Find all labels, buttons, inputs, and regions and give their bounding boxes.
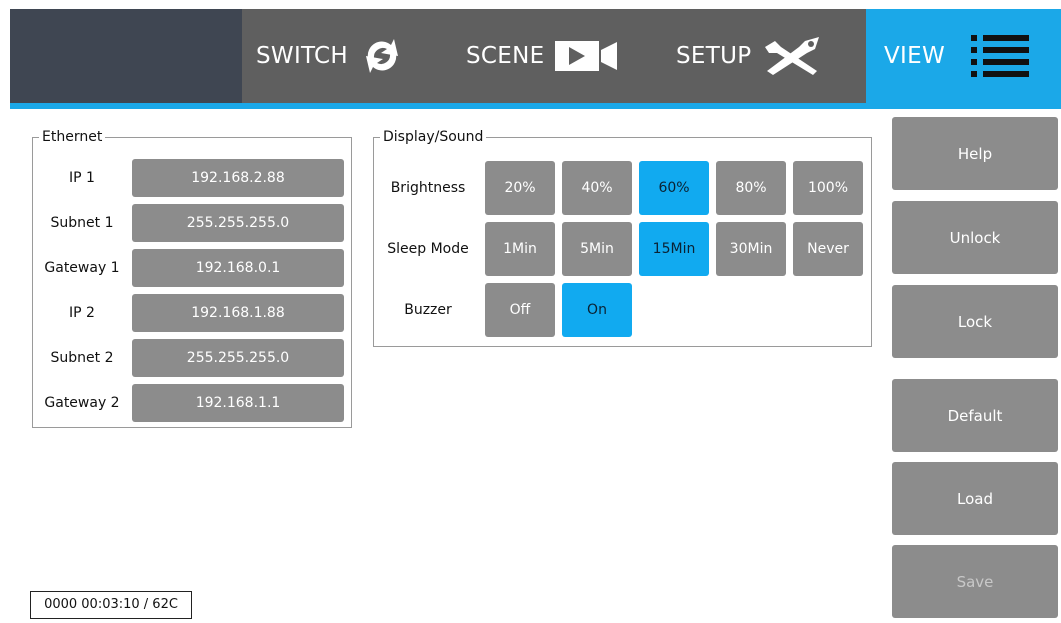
display-sound-title: Display/Sound <box>380 129 487 145</box>
tab-view-label: VIEW <box>884 43 945 69</box>
ip2-row: IP 2 192.168.1.88 <box>33 294 353 332</box>
buzzer-option[interactable]: On <box>562 283 632 337</box>
ip2-label: IP 2 <box>69 305 95 321</box>
tab-switch[interactable]: SWITCH <box>256 9 456 103</box>
sleep-mode-option[interactable]: 1Min <box>485 222 555 276</box>
status-readout: 0000 00:03:10 / 62C <box>30 591 192 619</box>
gateway2-field[interactable]: 192.168.1.1 <box>132 384 344 422</box>
top-nav-bar: SWITCH SCENE SETUP VIEW <box>10 9 1061 109</box>
help-button[interactable]: Help <box>892 117 1058 190</box>
menu-list-icon <box>969 31 1031 81</box>
tab-setup-label: SETUP <box>676 43 752 69</box>
video-camera-icon <box>554 38 620 74</box>
subnet1-field[interactable]: 255.255.255.0 <box>132 204 344 242</box>
ip1-field[interactable]: 192.168.2.88 <box>132 159 344 197</box>
brightness-option[interactable]: 80% <box>716 161 786 215</box>
buzzer-row: Buzzer Off On <box>374 283 873 337</box>
brightness-option[interactable]: 60% <box>639 161 709 215</box>
subnet2-field[interactable]: 255.255.255.0 <box>132 339 344 377</box>
brightness-option[interactable]: 100% <box>793 161 863 215</box>
sleep-mode-option[interactable]: 5Min <box>562 222 632 276</box>
subnet2-label: Subnet 2 <box>50 350 114 366</box>
load-button[interactable]: Load <box>892 462 1058 535</box>
tab-view[interactable]: VIEW <box>866 9 1061 103</box>
sleep-mode-label: Sleep Mode <box>387 241 469 257</box>
tools-icon <box>761 35 823 77</box>
gateway1-row: Gateway 1 192.168.0.1 <box>33 249 353 287</box>
brightness-row: Brightness 20% 40% 60% 80% 100% <box>374 161 873 215</box>
ip2-field[interactable]: 192.168.1.88 <box>132 294 344 332</box>
default-button[interactable]: Default <box>892 379 1058 452</box>
display-sound-group: Display/Sound Brightness 20% 40% 60% 80%… <box>373 129 873 347</box>
gateway1-field[interactable]: 192.168.0.1 <box>132 249 344 287</box>
unlock-button[interactable]: Unlock <box>892 201 1058 274</box>
sleep-mode-row: Sleep Mode 1Min 5Min 15Min 30Min Never <box>374 222 873 276</box>
nav-accent-line <box>10 103 1061 109</box>
logo-area <box>10 9 242 103</box>
ip1-label: IP 1 <box>69 170 95 186</box>
lock-button[interactable]: Lock <box>892 285 1058 358</box>
sleep-mode-option[interactable]: 15Min <box>639 222 709 276</box>
gateway2-label: Gateway 2 <box>44 395 120 411</box>
gateway2-row: Gateway 2 192.168.1.1 <box>33 384 353 422</box>
buzzer-label: Buzzer <box>404 302 452 318</box>
tab-setup[interactable]: SETUP <box>676 9 876 103</box>
sleep-mode-option[interactable]: Never <box>793 222 863 276</box>
ethernet-group: Ethernet IP 1 192.168.2.88 Subnet 1 255.… <box>32 129 353 428</box>
brightness-option[interactable]: 20% <box>485 161 555 215</box>
buzzer-option[interactable]: Off <box>485 283 555 337</box>
tab-scene-label: SCENE <box>466 43 545 69</box>
save-button[interactable]: Save <box>892 545 1058 618</box>
subnet2-row: Subnet 2 255.255.255.0 <box>33 339 353 377</box>
tab-scene[interactable]: SCENE <box>466 9 666 103</box>
switch-arrows-icon <box>358 32 406 80</box>
sleep-mode-option[interactable]: 30Min <box>716 222 786 276</box>
subnet1-label: Subnet 1 <box>50 215 114 231</box>
brightness-option[interactable]: 40% <box>562 161 632 215</box>
subnet1-row: Subnet 1 255.255.255.0 <box>33 204 353 242</box>
brightness-label: Brightness <box>390 180 466 196</box>
ethernet-title: Ethernet <box>39 129 106 145</box>
gateway1-label: Gateway 1 <box>44 260 120 276</box>
tab-switch-label: SWITCH <box>256 43 348 69</box>
ip1-row: IP 1 192.168.2.88 <box>33 159 353 197</box>
